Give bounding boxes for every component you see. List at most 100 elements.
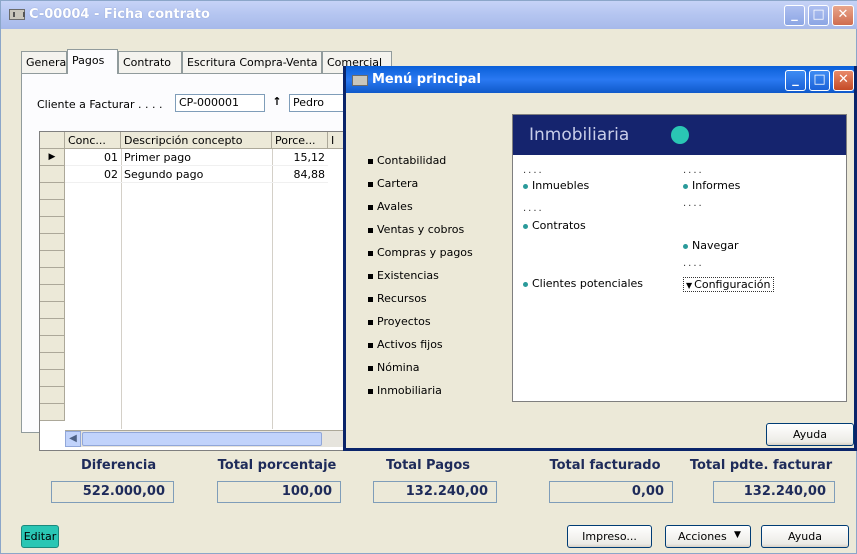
col-header-desc[interactable]: Descripción concepto [121, 132, 272, 149]
window-titlebar[interactable]: C-00004 - Ficha contrato _ □ ✕ [1, 1, 857, 29]
lookup-arrow-icon[interactable]: ↑ [269, 95, 285, 111]
cell-desc[interactable]: Segundo pago [121, 166, 272, 183]
grid-corner [40, 132, 65, 149]
menu-item-inmobiliaria[interactable]: Inmobiliaria [368, 384, 442, 397]
horizontal-scrollbar[interactable]: ◀ [65, 430, 358, 447]
row-header-empty [40, 353, 65, 370]
cell-desc[interactable]: Primer pago [121, 149, 272, 166]
link-navegar[interactable]: Navegar [683, 239, 739, 252]
row-header[interactable] [40, 166, 65, 183]
cell-porc[interactable]: 15,12 [272, 149, 328, 166]
close-button[interactable]: ✕ [832, 5, 854, 26]
cell-conc[interactable]: 01 [65, 149, 121, 166]
col-divider [272, 149, 273, 429]
close-button[interactable]: ✕ [833, 70, 854, 91]
tab-escritura[interactable]: Escritura Compra-Venta [182, 51, 322, 73]
caret-down-icon: ▼ [686, 281, 693, 290]
menu-item-ventas[interactable]: Ventas y cobros [368, 223, 464, 236]
maximize-button[interactable]: □ [808, 5, 829, 26]
circle-icon [671, 126, 689, 144]
minimize-button[interactable]: _ [785, 70, 806, 91]
summary-value-facturado: 0,00 [549, 481, 673, 503]
row-header-empty [40, 404, 65, 421]
row-header-empty [40, 268, 65, 285]
summary-label-pagos: Total Pagos [386, 458, 470, 473]
menu-item-label: Recursos [377, 292, 427, 305]
link-label: Configuración [694, 278, 771, 291]
dots-decoration: .... [683, 165, 704, 176]
menu-item-label: Cartera [377, 177, 419, 190]
link-label: Contratos [532, 219, 586, 232]
cliente-code-field[interactable]: CP-000001 [175, 94, 265, 112]
col-header-conc[interactable]: Conc... [65, 132, 121, 149]
menu-item-proyectos[interactable]: Proyectos [368, 315, 431, 328]
maximize-button[interactable]: □ [809, 70, 830, 91]
bullet-icon [368, 388, 373, 394]
link-label: Navegar [692, 239, 739, 252]
chevron-down-icon: ▼ [734, 530, 741, 540]
bullet-icon [368, 273, 373, 279]
col-header-porc[interactable]: Porce... [272, 132, 328, 149]
row-pointer-icon[interactable]: ▶ [40, 149, 65, 166]
menu-item-cartera[interactable]: Cartera [368, 177, 418, 190]
link-informes[interactable]: Informes [683, 179, 740, 192]
link-contratos[interactable]: Contratos [523, 219, 586, 232]
row-header-empty [40, 217, 65, 234]
dots-decoration: .... [683, 198, 704, 209]
menu-help-button[interactable]: Ayuda [766, 423, 854, 446]
cell-conc[interactable]: 02 [65, 166, 121, 183]
link-clientes-potenciales[interactable]: Clientes potenciales [523, 277, 643, 290]
menu-item-label: Compras y pagos [377, 246, 473, 259]
dots-decoration: .... [683, 258, 704, 269]
bullet-icon [523, 281, 528, 287]
window-title: C-00004 - Ficha contrato [29, 7, 210, 22]
cliente-name-field[interactable]: Pedro [289, 94, 349, 112]
row-header-empty [40, 251, 65, 268]
scroll-left-icon[interactable]: ◀ [65, 431, 81, 447]
cell-porc[interactable]: 84,88 [272, 166, 328, 183]
link-inmuebles[interactable]: Inmuebles [523, 179, 589, 192]
bullet-icon [683, 243, 688, 249]
row-header-empty [40, 234, 65, 251]
bullet-icon [368, 319, 373, 325]
window-icon [9, 9, 25, 20]
actions-button[interactable]: Acciones ▼ [665, 525, 751, 548]
actions-label: Acciones [678, 530, 727, 543]
bullet-icon [523, 223, 528, 229]
menu-item-existencias[interactable]: Existencias [368, 269, 439, 282]
minimize-button[interactable]: _ [784, 5, 805, 26]
summary-label-pdte: Total pdte. facturar [689, 458, 833, 473]
link-configuracion[interactable]: ▼ Configuración [683, 277, 774, 292]
menu-item-label: Activos fijos [377, 338, 443, 351]
row-header-empty [40, 302, 65, 319]
print-button[interactable]: Impreso... [567, 525, 652, 548]
menu-item-compras[interactable]: Compras y pagos [368, 246, 473, 259]
bullet-icon [368, 365, 373, 371]
menu-item-activos[interactable]: Activos fijos [368, 338, 443, 351]
tab-general[interactable]: General [21, 51, 69, 73]
menu-item-avales[interactable]: Avales [368, 200, 413, 213]
summary-label-diferencia: Diferencia [81, 458, 157, 473]
menu-item-contabilidad[interactable]: Contabilidad [368, 154, 446, 167]
window-icon [352, 75, 368, 86]
menu-item-label: Avales [377, 200, 413, 213]
panel-header: Inmobiliaria [513, 115, 846, 155]
tab-contrato[interactable]: Contrato [118, 51, 182, 73]
menu-titlebar[interactable]: Menú principal _ □ ✕ [346, 66, 854, 93]
edit-button[interactable]: Editar [21, 525, 59, 548]
main-menu-window: Menú principal _ □ ✕ Contabilidad Carter… [343, 66, 857, 451]
link-label: Clientes potenciales [532, 277, 644, 290]
tab-pagos[interactable]: Pagos [67, 49, 118, 74]
dots-decoration: .... [523, 203, 544, 214]
menu-title: Menú principal [372, 72, 481, 87]
bullet-icon [368, 342, 373, 348]
bullet-icon [683, 183, 688, 189]
bullet-icon [368, 296, 373, 302]
bullet-icon [368, 204, 373, 210]
menu-item-nomina[interactable]: Nómina [368, 361, 419, 374]
summary-value-pagos: 132.240,00 [373, 481, 497, 503]
link-label: Inmuebles [532, 179, 590, 192]
scroll-thumb[interactable] [82, 432, 322, 446]
menu-item-recursos[interactable]: Recursos [368, 292, 427, 305]
help-button[interactable]: Ayuda [761, 525, 849, 548]
